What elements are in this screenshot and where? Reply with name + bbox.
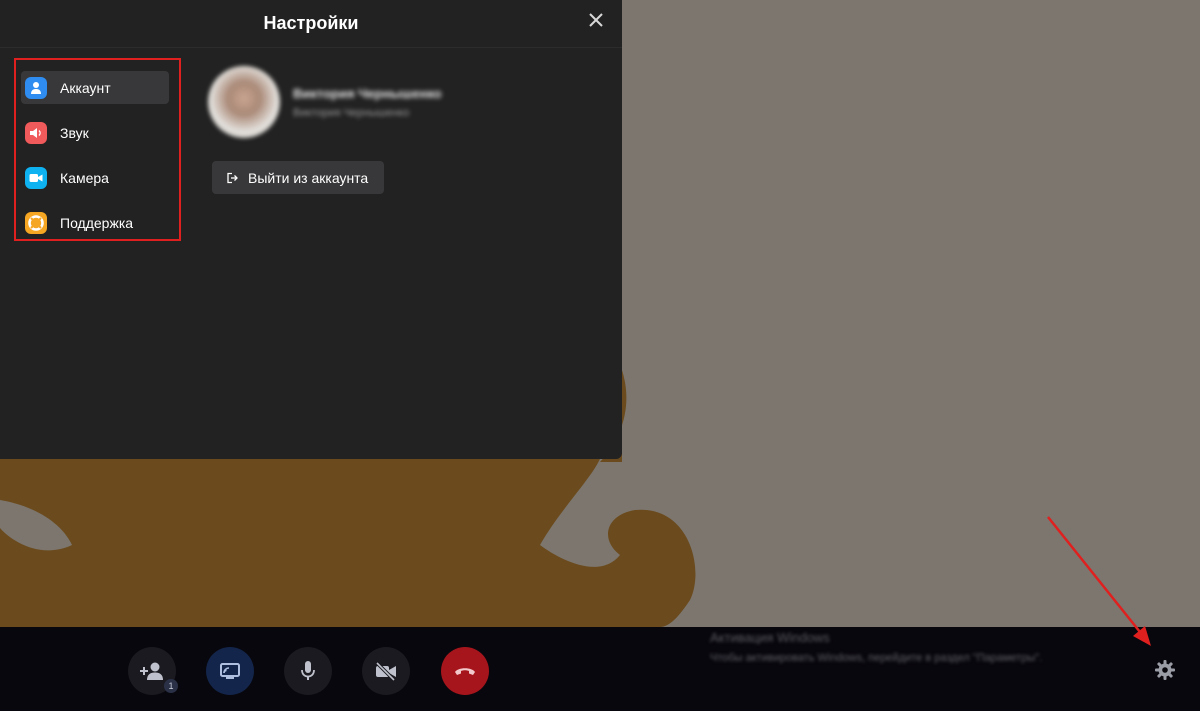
user-icon <box>25 76 47 99</box>
gear-icon <box>1154 659 1176 686</box>
settings-gear-button[interactable] <box>1152 659 1178 685</box>
close-button[interactable] <box>584 10 608 34</box>
lifebuoy-icon <box>25 211 47 234</box>
logout-label: Выйти из аккаунта <box>248 169 369 186</box>
camera-off-icon <box>374 661 398 681</box>
invite-button[interactable]: 1 <box>128 647 178 695</box>
nav-item-label: Звук <box>60 124 89 141</box>
profile-username: Виктория Чернышенко <box>293 107 410 119</box>
close-icon <box>589 12 603 32</box>
nav-item-support[interactable]: Поддержка <box>21 206 169 239</box>
profile-name: Виктория Чернышенко <box>293 86 442 101</box>
add-user-icon <box>139 660 165 682</box>
camera-icon <box>25 166 47 189</box>
settings-dialog: Настройки Аккаунт Звук Камера Поддержка … <box>0 0 622 459</box>
nav-item-label: Аккаунт <box>60 79 111 96</box>
watermark-title: Активация Windows <box>710 630 830 645</box>
participant-count-badge: 1 <box>164 679 178 693</box>
microphone-icon <box>300 660 316 682</box>
nav-item-camera[interactable]: Камера <box>21 161 169 194</box>
nav-item-label: Поддержка <box>60 214 134 231</box>
hang-up-button[interactable] <box>441 647 489 695</box>
windows-activation-watermark: Активация Windows Чтобы активировать Win… <box>710 628 1042 668</box>
microphone-button[interactable] <box>284 647 332 695</box>
hang-up-icon <box>453 664 477 678</box>
screen-share-icon <box>219 662 241 680</box>
nav-item-sound[interactable]: Звук <box>21 116 169 149</box>
logout-icon <box>226 172 238 184</box>
dialog-title: Настройки <box>0 0 622 48</box>
nav-item-account[interactable]: Аккаунт <box>21 71 169 104</box>
settings-nav: Аккаунт Звук Камера Поддержка <box>14 58 181 241</box>
speaker-icon <box>25 121 47 144</box>
logout-button[interactable]: Выйти из аккаунта <box>212 161 384 194</box>
watermark-text: Чтобы активировать Windows, перейдите в … <box>710 652 1043 664</box>
nav-item-label: Камера <box>60 169 109 186</box>
avatar <box>208 66 280 138</box>
camera-toggle-button[interactable] <box>362 647 410 695</box>
screen-share-button[interactable] <box>206 647 254 695</box>
